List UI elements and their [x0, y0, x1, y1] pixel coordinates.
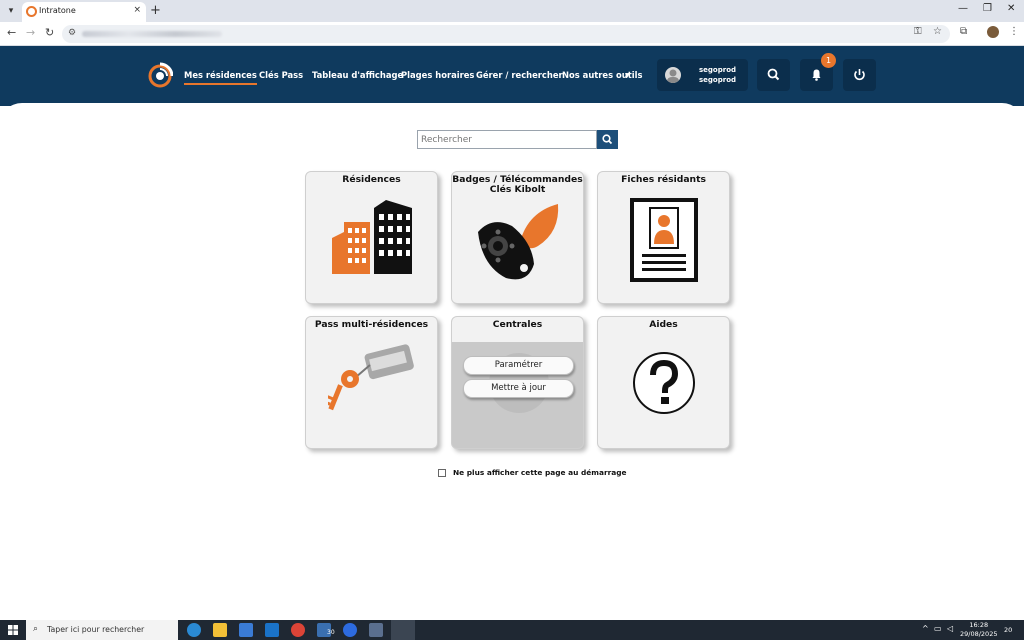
- tile-title-line2: Clés Kibolt: [489, 184, 546, 195]
- user-name: segoprod: [699, 66, 737, 74]
- taskbar-search-placeholder: Taper ici pour rechercher: [47, 625, 145, 634]
- search-icon: ⌕: [33, 624, 39, 634]
- tile-title: Badges / Télécommandes Clés Kibolt: [452, 175, 583, 195]
- tab-search-icon[interactable]: ▾: [4, 4, 18, 18]
- nav-cles-pass[interactable]: Clés Pass: [259, 70, 303, 80]
- user-menu[interactable]: segoprod segoprod: [657, 59, 748, 91]
- search-icon: [602, 134, 613, 145]
- back-icon[interactable]: ←: [7, 26, 16, 39]
- notification-center-badge[interactable]: 20: [1004, 626, 1012, 634]
- tile-title: Centrales: [492, 319, 543, 330]
- restore-button[interactable]: ❐: [983, 3, 992, 14]
- browser-tab[interactable]: Intratone ×: [22, 2, 146, 22]
- hide-on-startup-label[interactable]: Ne plus afficher cette page au démarrage: [453, 468, 627, 477]
- tile-title: Fiches résidants: [621, 174, 706, 185]
- file-explorer-icon[interactable]: [213, 623, 227, 637]
- blurred-url: [82, 31, 222, 37]
- tray-chevron-icon[interactable]: ^: [922, 624, 929, 633]
- tile-title: Pass multi-résidences: [314, 319, 429, 330]
- clock-date: 29/08/2025: [960, 630, 998, 638]
- caret-down-icon[interactable]: ▼: [625, 72, 630, 79]
- active-chrome-icon[interactable]: [391, 620, 415, 640]
- windows-start-icon[interactable]: [8, 625, 18, 635]
- tile-title: Aides: [649, 319, 678, 330]
- search-icon: [767, 68, 780, 81]
- outlook-icon[interactable]: [265, 623, 279, 637]
- tile-fiches-residants[interactable]: Fiches résidants: [597, 171, 730, 304]
- nav-mes-residences[interactable]: Mes résidences: [184, 70, 257, 85]
- power-icon: [854, 69, 865, 81]
- help-question-icon: [633, 352, 695, 414]
- tile-centrales: Centrales Paramétrer Mettre à jour: [451, 316, 584, 449]
- password-key-icon[interactable]: ⚿: [914, 26, 922, 37]
- network-icon[interactable]: ▭: [934, 624, 942, 633]
- store-icon[interactable]: [239, 623, 253, 637]
- chrome-icon[interactable]: [291, 623, 305, 637]
- nav-autres-outils[interactable]: Nos autres outils: [562, 70, 642, 80]
- site-settings-icon[interactable]: ⚙: [68, 28, 76, 38]
- taskbar-search[interactable]: ⌕ Taper ici pour rechercher: [26, 620, 178, 640]
- windows-taskbar: ⌕ Taper ici pour rechercher 30 ^ ▭ ◁ 16:…: [0, 620, 1024, 640]
- url-field[interactable]: ⚙: [62, 25, 950, 43]
- intratone-logo-icon[interactable]: [147, 62, 173, 88]
- search-input[interactable]: [417, 130, 597, 149]
- buildings-icon: [332, 200, 412, 274]
- volume-icon[interactable]: ◁: [947, 624, 953, 633]
- address-bar: ← → ↻ ⚙ ⚿ ☆ ⧉ ⋮: [0, 22, 1024, 46]
- mettre-a-jour-button[interactable]: Mettre à jour: [463, 379, 574, 398]
- hide-on-startup-checkbox[interactable]: [438, 469, 446, 477]
- calendar-app-badge: 30: [327, 629, 335, 636]
- tab-title: Intratone: [39, 6, 76, 15]
- user-login: segoprod: [699, 76, 737, 84]
- logout-button[interactable]: [843, 59, 876, 91]
- reload-icon[interactable]: ↻: [45, 26, 54, 39]
- user-avatar: [665, 67, 681, 83]
- resident-card-icon: [630, 198, 698, 282]
- nav-tableau-affichage[interactable]: Tableau d'affichage: [312, 70, 403, 80]
- forward-icon[interactable]: →: [26, 26, 35, 39]
- key-tag-icon: [328, 344, 414, 411]
- tab-close-icon[interactable]: ×: [133, 5, 141, 15]
- search-submit-button[interactable]: [597, 130, 618, 149]
- minimize-button[interactable]: —: [958, 3, 968, 14]
- key-fob-icon: [478, 204, 559, 280]
- bookmark-star-icon[interactable]: ☆: [933, 26, 942, 37]
- header-search-button[interactable]: [757, 59, 790, 91]
- clock-time: 16:28: [969, 621, 989, 629]
- profile-avatar[interactable]: [987, 26, 999, 38]
- intratone-favicon-icon: [26, 6, 37, 17]
- parametrer-button[interactable]: Paramétrer: [463, 356, 574, 375]
- taskbar-clock[interactable]: 16:28 29/08/2025: [960, 621, 997, 639]
- tile-badges[interactable]: Badges / Télécommandes Clés Kibolt: [451, 171, 584, 304]
- window-close-button[interactable]: ✕: [1007, 3, 1015, 14]
- tile-title: Résidences: [342, 174, 401, 185]
- browser-tabstrip: ▾ Intratone × + — ❐ ✕: [0, 0, 1024, 22]
- zoom-icon[interactable]: [343, 623, 357, 637]
- tile-aides[interactable]: Aides: [597, 316, 730, 449]
- nav-gerer-rechercher[interactable]: Gérer / rechercher: [476, 70, 563, 80]
- notification-count-badge: 1: [821, 53, 836, 68]
- tile-pass-multi-residences[interactable]: Pass multi-résidences: [305, 316, 438, 449]
- edge-icon[interactable]: [187, 623, 201, 637]
- gear-icon: [489, 353, 549, 413]
- new-tab-button[interactable]: +: [150, 3, 161, 18]
- app-header: Mes résidences Clés Pass Tableau d'affic…: [0, 46, 1024, 106]
- nav-plages-horaires[interactable]: Plages horaires: [401, 70, 474, 80]
- extensions-icon[interactable]: ⧉: [960, 26, 967, 37]
- app-icon[interactable]: [369, 623, 383, 637]
- tile-residences[interactable]: Résidences: [305, 171, 438, 304]
- browser-menu-icon[interactable]: ⋮: [1009, 26, 1019, 37]
